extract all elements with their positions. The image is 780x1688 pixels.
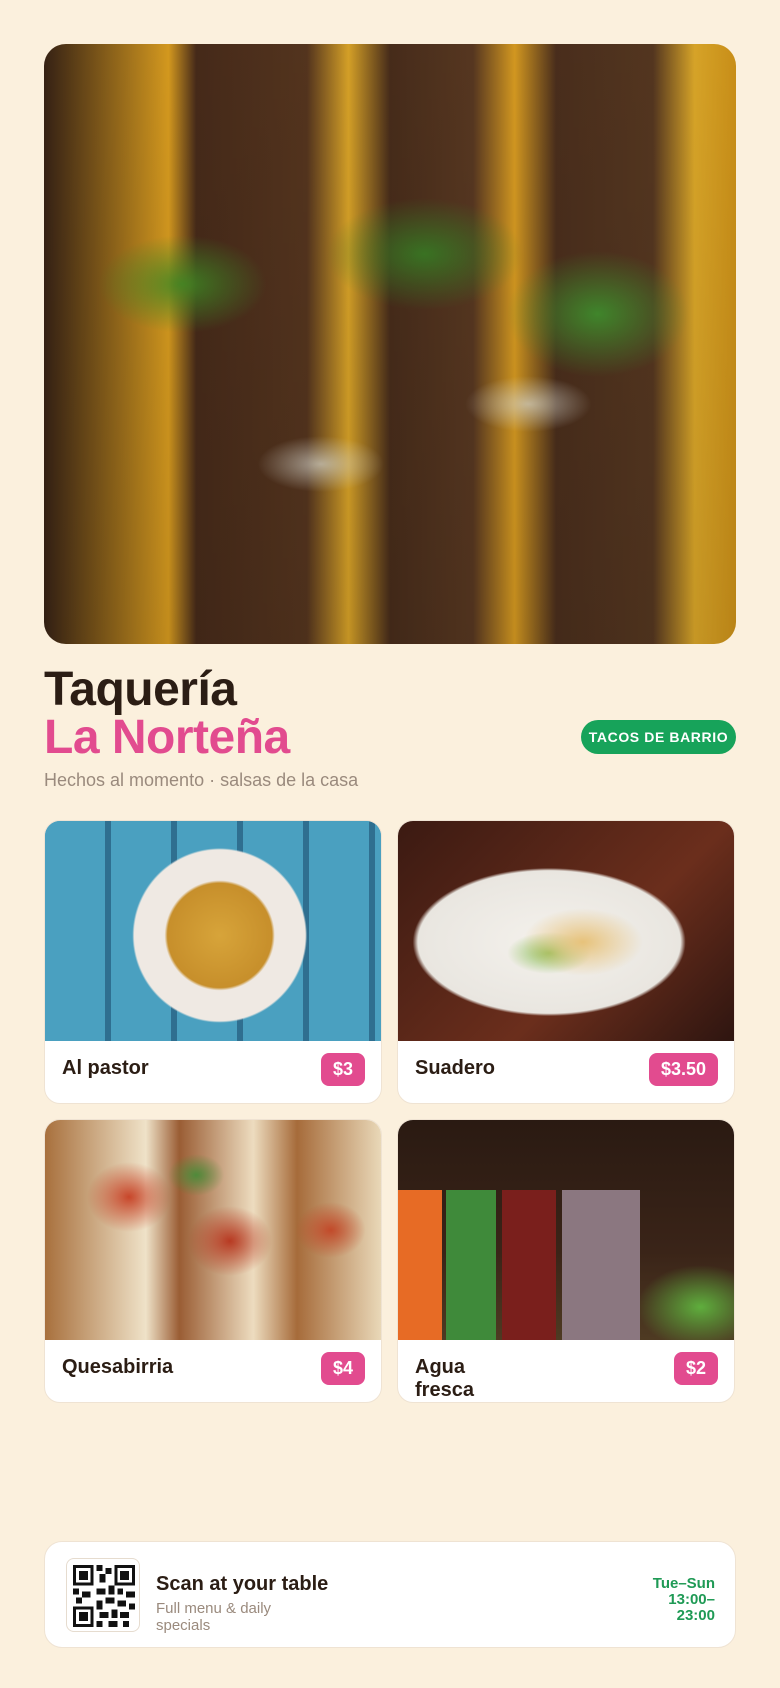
scan-title: Scan at your table — [156, 1573, 329, 1595]
menu-item-name: Quesabirria — [62, 1356, 174, 1378]
menu-card-quesabirria[interactable]: Quesabirria $4 — [44, 1119, 382, 1403]
opening-hours: Tue–Sun 13:00–23:00 — [652, 1575, 715, 1624]
hero-tacos-image — [44, 44, 736, 644]
restaurant-title-line2: La Norteña — [44, 711, 290, 764]
menu-item-price: $3 — [320, 1053, 365, 1086]
menu-item-photo — [398, 1120, 734, 1340]
restaurant-title-line1: Taquería — [44, 663, 237, 716]
menu-card-suadero[interactable]: Suadero $3.50 — [397, 820, 735, 1104]
menu-card-al-pastor[interactable]: Al pastor $3 — [44, 820, 382, 1104]
scan-subtitle: Full menu & daily specials — [156, 1600, 272, 1634]
menu-item-name: Agua fresca — [415, 1356, 474, 1401]
menu-item-photo — [45, 1120, 381, 1340]
qr-code-icon[interactable] — [66, 1558, 140, 1632]
menu-item-price: $3.50 — [648, 1053, 718, 1086]
hero-image-shade — [44, 44, 736, 644]
menu-item-photo — [45, 821, 381, 1041]
menu-item-price: $2 — [673, 1352, 718, 1385]
menu-item-name: Al pastor — [62, 1057, 149, 1079]
scan-footer: Scan at your table Full menu & daily spe… — [44, 1541, 736, 1648]
category-badge: TACOS DE BARRIO — [581, 720, 736, 754]
menu-item-name: Suadero — [415, 1057, 496, 1079]
menu-item-price: $4 — [320, 1352, 365, 1385]
menu-card-agua-fresca[interactable]: Agua fresca $2 — [397, 1119, 735, 1403]
restaurant-tagline: Hechos al momento · salsas de la casa — [44, 770, 359, 790]
menu-item-photo — [398, 821, 734, 1041]
